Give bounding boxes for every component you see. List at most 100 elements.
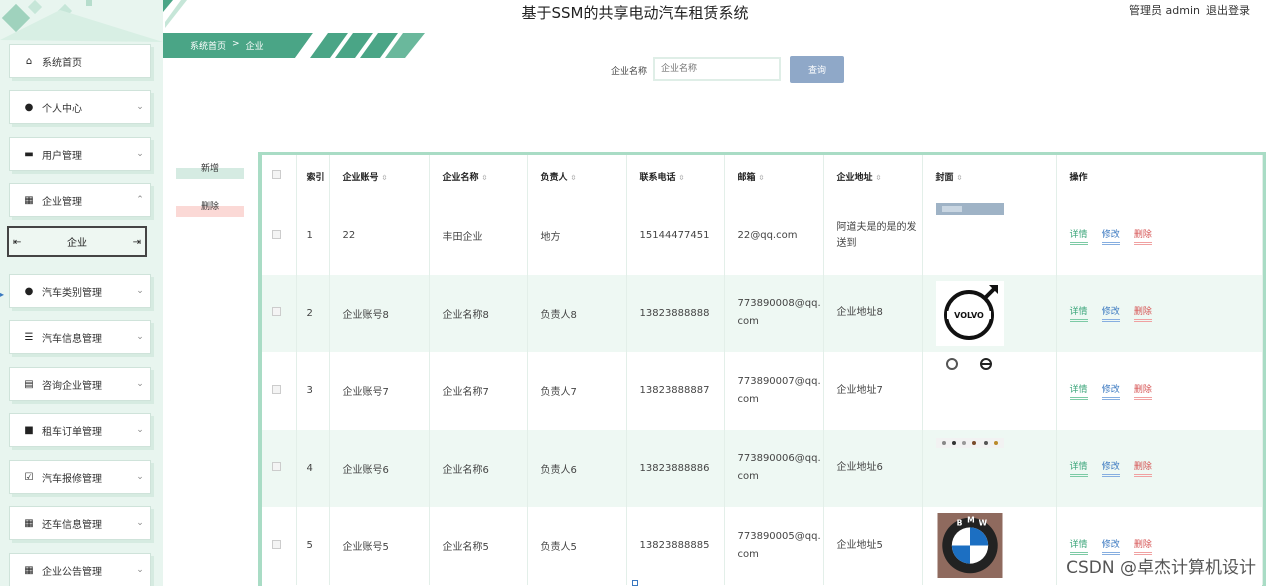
grid-icon: ▦ [24, 194, 34, 206]
pin-icon: ● [24, 285, 34, 297]
list-icon: ☰ [24, 331, 34, 343]
header-name[interactable]: 企业名称 ⇳ [429, 155, 528, 197]
header-phone[interactable]: 联系电话 ⇳ [626, 155, 725, 197]
sidebar-item-user-management[interactable]: ▬ 用户管理 ⌄ [9, 137, 151, 171]
chevron-down-icon: ⌄ [136, 379, 144, 389]
sidebar-item-rental-orders[interactable]: ■ 租车订单管理 ⌄ [9, 413, 151, 447]
cell-account: 企业账号6 [329, 429, 430, 507]
grid-icon: ▦ [24, 564, 34, 576]
add-button[interactable]: 新增 [176, 157, 244, 179]
edit-link[interactable]: 修改 [1101, 227, 1120, 245]
sidebar: ⌂ 系统首页 ● 个人中心 ⌄ ▬ 用户管理 ⌄ ▦ 企业管理 ⌃ ⇤ 企业 ⇥… [0, 0, 163, 586]
cell-name: 企业名称5 [429, 507, 528, 585]
cell-address: 企业地址7 [823, 352, 923, 430]
row-index: 1 [296, 197, 330, 275]
svg-text:B: B [956, 519, 962, 528]
chevron-down-icon: ⌄ [136, 518, 144, 528]
cell-phone: 13823888885 [626, 507, 725, 585]
sort-icon[interactable]: ⇳ [876, 174, 882, 182]
row-select[interactable] [262, 274, 297, 352]
detail-link[interactable]: 详情 [1069, 227, 1088, 245]
sidebar-decoration [0, 0, 163, 42]
sort-icon[interactable]: ⇳ [679, 174, 685, 182]
detail-link[interactable]: 详情 [1069, 304, 1088, 323]
delete-link[interactable]: 删除 [1133, 382, 1152, 400]
header-address[interactable]: 企业地址 ⇳ [823, 155, 923, 197]
cover-bmw-logo: BMW [937, 513, 1002, 579]
delete-link[interactable]: 删除 [1133, 459, 1152, 478]
sidebar-item-home[interactable]: ⌂ 系统首页 [9, 44, 151, 78]
sidebar-item-enterprise-notice[interactable]: ▦ 企业公告管理 ⌄ [9, 553, 151, 586]
user-label: 管理员 admin [1129, 4, 1200, 17]
cell-phone: 13823888887 [626, 352, 725, 430]
detail-link[interactable]: 详情 [1069, 382, 1088, 400]
row-index: 2 [296, 274, 330, 352]
user-icon: ● [24, 101, 34, 113]
edit-link[interactable]: 修改 [1101, 459, 1120, 478]
breadcrumb-home[interactable]: 系统首页 [190, 39, 226, 52]
sort-icon[interactable]: ⇳ [482, 174, 488, 182]
sidebar-item-car-info[interactable]: ☰ 汽车信息管理 ⌄ [9, 320, 151, 354]
resize-arrow-icon: ⇥ [132, 237, 141, 248]
cell-account: 22 [329, 197, 430, 275]
chevron-up-icon: ⌃ [136, 195, 144, 205]
chevron-down-icon: ⌄ [136, 149, 144, 159]
sidebar-item-personal-center[interactable]: ● 个人中心 ⌄ [9, 90, 151, 124]
checkbox[interactable] [272, 384, 281, 394]
cell-cover [922, 352, 1057, 430]
check-clipboard-icon: ☑ [24, 471, 34, 483]
header-ops: 操作 [1056, 155, 1263, 197]
sort-icon[interactable]: ⇳ [957, 174, 963, 182]
cell-address: 企业地址6 [823, 429, 923, 507]
sidebar-subitem-enterprise[interactable]: ⇤ 企业 ⇥ [7, 226, 147, 257]
delete-link[interactable]: 删除 [1133, 304, 1152, 323]
table-row: 4 企业账号6 企业名称6 负责人6 13823888886 773890006… [262, 429, 1263, 507]
id-card-icon: ▬ [24, 148, 34, 160]
logout-link[interactable]: 退出登录 [1206, 2, 1250, 18]
sort-icon[interactable]: ⇳ [571, 174, 577, 182]
search-input[interactable] [653, 57, 781, 81]
cover-brand-icons [945, 358, 992, 371]
cell-person: 负责人8 [527, 274, 627, 352]
cell-person: 负责人7 [527, 352, 627, 430]
header-person[interactable]: 负责人 ⇳ [527, 155, 627, 197]
header-account[interactable]: 企业账号 ⇳ [329, 155, 430, 197]
checkbox[interactable] [272, 170, 281, 179]
sidebar-item-car-category[interactable]: ● 汽车类别管理 ⌄ [9, 274, 151, 308]
edit-link[interactable]: 修改 [1101, 382, 1120, 400]
row-select[interactable] [262, 507, 297, 585]
row-index: 3 [296, 352, 330, 430]
data-table: 索引 企业账号 ⇳ 企业名称 ⇳ 负责人 ⇳ 联系电话 ⇳ 邮箱 ⇳ 企业地址 ⇳ 封面 ⇳ … [262, 155, 1263, 585]
edit-link[interactable]: 修改 [1101, 304, 1120, 323]
detail-link[interactable]: 详情 [1069, 459, 1088, 478]
chevron-down-icon: ⌄ [136, 565, 144, 575]
clipboard-icon: ▤ [24, 378, 34, 390]
checkbox[interactable] [272, 307, 281, 317]
header-cover[interactable]: 封面 ⇳ [922, 155, 1057, 197]
search-button[interactable]: 查询 [790, 56, 844, 83]
delete-button[interactable]: 删除 [176, 195, 244, 217]
cell-person: 地方 [527, 197, 627, 275]
breadcrumb-current: 企业 [245, 42, 264, 52]
chevron-down-icon: ⌄ [136, 332, 144, 342]
header-select-all[interactable] [262, 155, 297, 197]
checkbox[interactable] [272, 462, 281, 472]
row-select[interactable] [262, 429, 297, 507]
sort-icon[interactable]: ⇳ [382, 174, 388, 182]
header-email[interactable]: 邮箱 ⇳ [724, 155, 824, 197]
sidebar-item-car-repair[interactable]: ☑ 汽车报修管理 ⌄ [9, 460, 151, 494]
sidebar-item-enterprise-management[interactable]: ▦ 企业管理 ⌃ [9, 183, 151, 217]
row-select[interactable] [262, 352, 297, 430]
checkbox[interactable] [272, 229, 281, 239]
row-select[interactable] [262, 197, 297, 275]
sort-icon[interactable]: ⇳ [759, 174, 765, 182]
sidebar-item-consult-enterprise[interactable]: ▤ 咨询企业管理 ⌄ [9, 367, 151, 401]
sidebar-item-car-return[interactable]: ▦ 还车信息管理 ⌄ [9, 506, 151, 540]
cover-blurred-image [935, 203, 1004, 216]
delete-link[interactable]: 删除 [1133, 227, 1152, 245]
user-area: 管理员 admin 退出登录 [1129, 2, 1250, 18]
checkbox[interactable] [272, 539, 281, 549]
chevron-down-icon: ⌄ [136, 425, 144, 435]
cell-name: 企业名称7 [429, 352, 528, 430]
cell-name: 企业名称6 [429, 429, 528, 507]
